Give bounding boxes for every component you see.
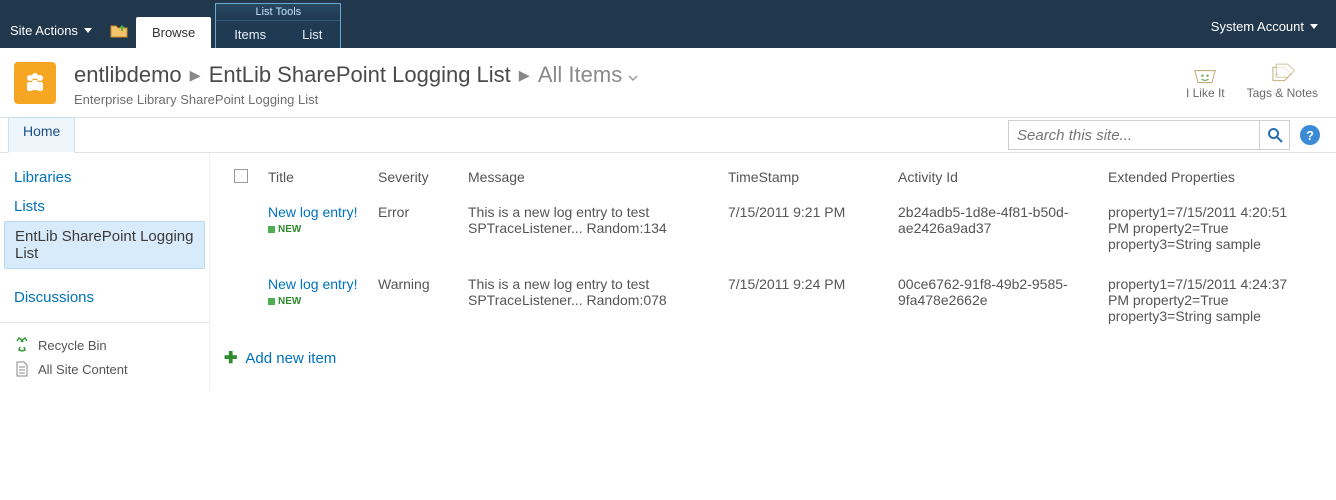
chevron-down-icon bbox=[628, 74, 638, 82]
cell-activity: 00ce6762-91f8-49b2-9585-9fa478e2662e bbox=[888, 270, 1098, 342]
search-icon bbox=[1267, 127, 1283, 143]
breadcrumb-site[interactable]: entlibdemo bbox=[74, 62, 182, 88]
site-actions-label: Site Actions bbox=[10, 23, 78, 38]
tags-icon bbox=[1268, 62, 1296, 86]
select-all-checkbox[interactable] bbox=[234, 169, 248, 183]
ql-current-list[interactable]: EntLib SharePoint Logging List bbox=[4, 221, 205, 269]
search-input[interactable] bbox=[1009, 123, 1259, 148]
cell-extended: property1=7/15/2011 4:20:51 PM property2… bbox=[1098, 198, 1322, 270]
col-severity[interactable]: Severity bbox=[368, 163, 458, 198]
item-title-link[interactable]: New log entry! bbox=[268, 204, 358, 220]
col-activity[interactable]: Activity Id bbox=[888, 163, 1098, 198]
chevron-right-icon: ▸ bbox=[519, 62, 530, 88]
tags-label: Tags & Notes bbox=[1247, 86, 1318, 100]
cell-timestamp: 7/15/2011 9:21 PM bbox=[718, 198, 888, 270]
cell-message: This is a new log entry to test SPTraceL… bbox=[458, 270, 718, 342]
chevron-down-icon bbox=[84, 28, 92, 33]
ql-lists[interactable]: Lists bbox=[0, 192, 209, 221]
body: Libraries Lists EntLib SharePoint Loggin… bbox=[0, 153, 1336, 391]
col-timestamp[interactable]: TimeStamp bbox=[718, 163, 888, 198]
ql-all-content[interactable]: All Site Content bbox=[0, 357, 209, 381]
account-menu[interactable]: System Account bbox=[1211, 19, 1336, 48]
page-subtitle: Enterprise Library SharePoint Logging Li… bbox=[74, 92, 638, 107]
tab-items[interactable]: Items bbox=[216, 21, 284, 48]
chevron-down-icon bbox=[1310, 24, 1318, 29]
tab-group-title: List Tools bbox=[216, 4, 340, 21]
topnav-home[interactable]: Home bbox=[8, 117, 75, 153]
social-actions: I Like It Tags & Notes bbox=[1186, 62, 1318, 100]
tab-list[interactable]: List bbox=[284, 21, 340, 48]
title-area: entlibdemo ▸ EntLib SharePoint Logging L… bbox=[0, 48, 1336, 117]
add-item-label: Add new item bbox=[245, 350, 336, 367]
header-row: Title Severity Message TimeStamp Activit… bbox=[224, 163, 1322, 198]
document-icon bbox=[14, 361, 30, 377]
ql-discussions[interactable]: Discussions bbox=[0, 283, 209, 312]
plus-icon: ✚ bbox=[224, 348, 237, 368]
new-badge: NEW bbox=[268, 296, 301, 307]
help-button[interactable]: ? bbox=[1300, 125, 1320, 145]
cell-activity: 2b24adb5-1d8e-4f81-b50d-ae2426a9ad37 bbox=[888, 198, 1098, 270]
like-button[interactable]: I Like It bbox=[1186, 62, 1225, 100]
search-button[interactable] bbox=[1259, 121, 1289, 149]
cell-severity: Error bbox=[368, 198, 458, 270]
ql-recycle-label: Recycle Bin bbox=[38, 338, 107, 353]
view-label: All Items bbox=[538, 62, 622, 87]
add-item-link[interactable]: ✚ Add new item bbox=[224, 348, 1322, 368]
like-label: I Like It bbox=[1186, 86, 1225, 100]
cell-timestamp: 7/15/2011 9:24 PM bbox=[718, 270, 888, 342]
ql-libraries[interactable]: Libraries bbox=[0, 163, 209, 192]
navigate-up-button[interactable] bbox=[108, 20, 130, 40]
people-icon bbox=[22, 70, 48, 96]
col-title[interactable]: Title bbox=[258, 163, 368, 198]
folder-up-icon bbox=[110, 22, 128, 38]
tab-group-list-tools: List Tools Items List bbox=[215, 3, 341, 48]
table-row: New log entry! NEW WarningThis is a new lo… bbox=[224, 270, 1322, 342]
topnav-row: Home ? bbox=[0, 117, 1336, 153]
item-title-link[interactable]: New log entry! bbox=[268, 276, 358, 292]
list-table: Title Severity Message TimeStamp Activit… bbox=[224, 163, 1322, 342]
ql-all-content-label: All Site Content bbox=[38, 362, 128, 377]
new-badge: NEW bbox=[268, 224, 301, 235]
site-logo[interactable] bbox=[14, 62, 56, 104]
list-area: Title Severity Message TimeStamp Activit… bbox=[210, 153, 1336, 391]
site-actions-menu[interactable]: Site Actions bbox=[0, 23, 102, 48]
tab-browse[interactable]: Browse bbox=[136, 17, 211, 48]
cell-severity: Warning bbox=[368, 270, 458, 342]
col-message[interactable]: Message bbox=[458, 163, 718, 198]
cell-extended: property1=7/15/2011 4:24:37 PM property2… bbox=[1098, 270, 1322, 342]
cell-message: This is a new log entry to test SPTraceL… bbox=[458, 198, 718, 270]
col-extended[interactable]: Extended Properties bbox=[1098, 163, 1322, 198]
like-icon bbox=[1191, 62, 1219, 86]
quick-launch: Libraries Lists EntLib SharePoint Loggin… bbox=[0, 153, 210, 391]
breadcrumb-list[interactable]: EntLib SharePoint Logging List bbox=[209, 62, 511, 88]
table-row: New log entry! NEW ErrorThis is a new log … bbox=[224, 198, 1322, 270]
chevron-right-icon: ▸ bbox=[190, 62, 201, 88]
recycle-icon bbox=[14, 337, 30, 353]
search-box bbox=[1008, 120, 1290, 150]
account-label: System Account bbox=[1211, 19, 1304, 34]
breadcrumb: entlibdemo ▸ EntLib SharePoint Logging L… bbox=[74, 62, 638, 88]
ql-recycle-bin[interactable]: Recycle Bin bbox=[0, 333, 209, 357]
view-selector[interactable]: All Items bbox=[538, 62, 638, 88]
tags-button[interactable]: Tags & Notes bbox=[1247, 62, 1318, 100]
ribbon: Site Actions Browse List Tools Items Lis… bbox=[0, 0, 1336, 48]
